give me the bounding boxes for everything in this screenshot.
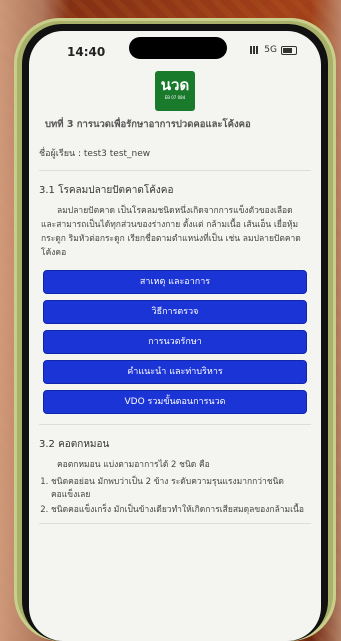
divider xyxy=(39,424,311,425)
learner-name: ชื่อผู้เรียน : test3 test_new xyxy=(39,149,151,159)
symptom-list: ชนิดคอย่อน มักพบว่าเป็น 2 ข้าง ระดับความ… xyxy=(51,476,309,517)
massage-treatment-button[interactable]: การนวดรักษา xyxy=(43,330,307,354)
phone-bezel: 14:40 5G นวด EB 07 084 บทที่ 3 การนวดเพื… xyxy=(22,24,328,641)
page-title: บทที่ 3 การนวดเพื่อรักษาอาการปวดคอและโค้… xyxy=(45,119,251,130)
examination-button[interactable]: วิธีการตรวจ xyxy=(43,300,307,324)
phone-screen: 14:40 5G นวด EB 07 084 บทที่ 3 การนวดเพื… xyxy=(29,31,321,641)
status-time: 14:40 xyxy=(67,45,106,59)
status-bar: 14:40 5G xyxy=(29,31,321,69)
section-heading: 3.2 คอตกหมอน xyxy=(39,439,110,450)
section-intro: คอตกหมอน แบ่งตามอาการได้ 2 ชนิด คือ xyxy=(57,460,210,470)
battery-icon xyxy=(281,45,297,55)
advice-exercise-button[interactable]: คำแนะนำ และท่าบริหาร xyxy=(43,360,307,384)
divider xyxy=(39,170,311,171)
causes-symptoms-button[interactable]: สาเหตุ และอาการ xyxy=(43,270,307,294)
divider xyxy=(39,523,311,524)
topic-buttons: สาเหตุ และอาการ วิธีการตรวจ การนวดรักษา … xyxy=(29,270,321,414)
network-label: 5G xyxy=(264,45,277,55)
list-item: ชนิดคอแข็งเกร็ง มักเป็นข้างเดียวทำให้เกิ… xyxy=(51,504,309,517)
app-logo: นวด EB 07 084 xyxy=(155,71,195,111)
list-item: ชนิดคอย่อน มักพบว่าเป็น 2 ข้าง ระดับความ… xyxy=(51,476,309,502)
status-icons: 5G xyxy=(250,45,297,55)
dynamic-island xyxy=(129,37,227,59)
phone-case: 14:40 5G นวด EB 07 084 บทที่ 3 การนวดเพื… xyxy=(14,18,336,641)
vdo-steps-button[interactable]: VDO รวมขั้นตอนการนวด xyxy=(43,390,307,414)
section-heading: 3.1 โรคลมปลายปัตคาดโค้งคอ xyxy=(39,185,174,196)
signal-icon xyxy=(250,46,261,54)
section-paragraph: ลมปลายปัตคาด เป็นโรคลมชนิดหนึ่งเกิดจากกา… xyxy=(41,206,301,258)
